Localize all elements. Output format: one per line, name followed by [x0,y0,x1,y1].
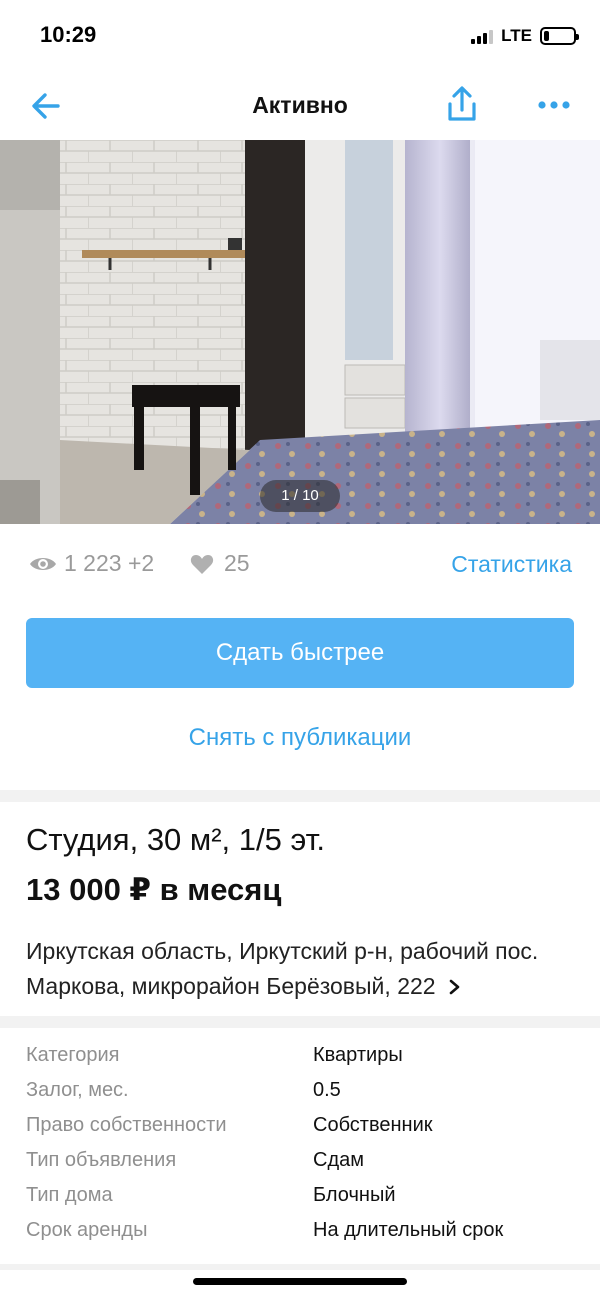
param-row: Тип дома Блочный [0,1184,600,1219]
chevron-right-icon [449,979,460,995]
promote-button[interactable]: Сдать быстрее [26,618,574,688]
likes-count: 25 [224,550,250,576]
listing-photo[interactable]: 1 / 10 [0,140,600,524]
status-indicators: LTE [471,26,579,46]
param-key: Тип дома [26,1184,113,1206]
param-row: Срок аренды На длительный срок [0,1219,600,1254]
eye-icon [30,557,56,570]
section-divider [0,1016,600,1028]
network-type: LTE [501,26,532,45]
share-icon [448,86,476,121]
more-icon [538,101,570,109]
param-value: Сдам [313,1149,364,1171]
param-key: Срок аренды [26,1219,148,1241]
param-value: 0.5 [313,1079,341,1101]
param-value: На длительный срок [313,1219,504,1241]
listing-title: Студия, 30 м², 1/5 эт. [26,822,325,857]
section-divider [0,1264,600,1270]
section-divider [0,790,600,802]
room-photo-image [0,140,600,524]
stats-row: 1 223 +2 25 Статистика [0,540,600,590]
unpublish-link[interactable]: Снять с публикации [0,724,600,752]
nav-bar: Активно [0,70,600,140]
listing-address[interactable]: Иркутская область, Иркутский р-н, рабочи… [26,934,574,1004]
param-key: Категория [26,1044,120,1066]
views-stat: 1 223 +2 [28,550,154,577]
listing-price: 13 000 ₽ в месяц [26,872,282,907]
heart-icon [190,554,214,574]
likes-stat: 25 [190,550,250,577]
param-key: Право собственности [26,1114,227,1136]
photo-counter: 1 / 10 [260,480,340,512]
param-row: Залог, мес. 0.5 [0,1079,600,1114]
status-bar: 10:29 LTE [0,0,600,70]
param-row: Категория Квартиры [0,1044,600,1079]
param-key: Залог, мес. [26,1079,129,1101]
param-value: Собственник [313,1114,433,1136]
param-key: Тип объявления [26,1149,177,1171]
views-count: 1 223 +2 [64,550,155,576]
battery-icon [540,27,579,45]
home-indicator[interactable] [193,1278,407,1285]
share-button[interactable] [442,84,482,124]
signal-icon [471,28,494,44]
statistics-link[interactable]: Статистика [451,551,572,578]
param-row: Тип объявления Сдам [0,1149,600,1184]
status-time: 10:29 [40,22,97,47]
more-button[interactable] [534,90,574,120]
param-row: Право собственности Собственник [0,1114,600,1149]
param-value: Квартиры [313,1044,403,1066]
page-title: Активно [252,92,348,118]
param-value: Блочный [313,1184,396,1206]
